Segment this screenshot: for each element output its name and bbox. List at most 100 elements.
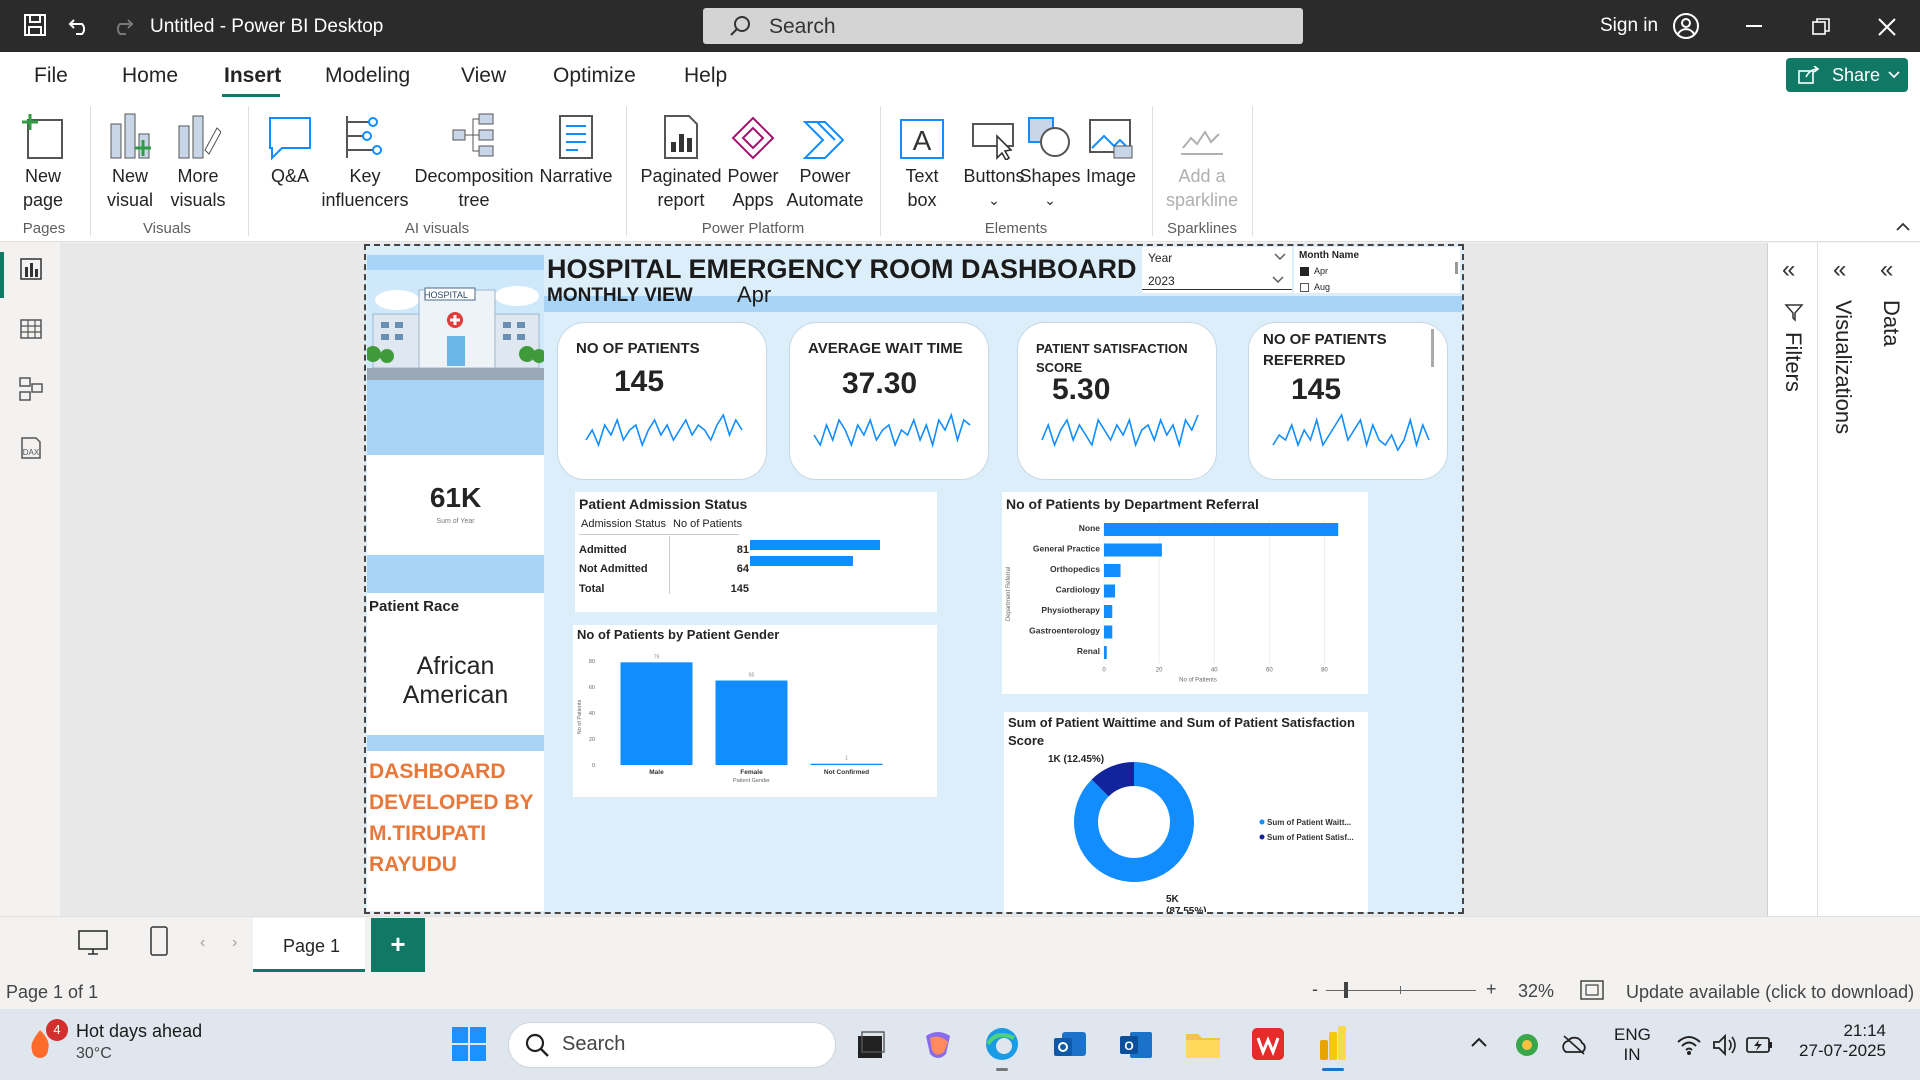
kpi-title-line: NO OF PATIENTS xyxy=(576,340,700,357)
minimize-icon[interactable] xyxy=(1746,25,1762,27)
outlook-new-icon[interactable] xyxy=(1052,1028,1088,1062)
edge-icon[interactable] xyxy=(984,1026,1020,1062)
desktop-layout-icon[interactable] xyxy=(78,930,108,956)
month-option-aug[interactable]: Aug xyxy=(1314,282,1330,292)
menu-modeling[interactable]: Modeling xyxy=(325,64,410,88)
windows-start-icon[interactable] xyxy=(452,1027,486,1061)
credit-line: M.TIRUPATI xyxy=(369,822,487,845)
update-available-link[interactable]: Update available (click to download) xyxy=(1626,982,1914,1003)
qa-button[interactable]: Q&A xyxy=(262,108,318,188)
expand-filters-icon[interactable]: « xyxy=(1782,256,1795,284)
key-influencers-button[interactable]: Key influencers xyxy=(320,108,410,212)
taskbar-search[interactable] xyxy=(508,1022,836,1068)
power-apps-button[interactable]: Power Apps xyxy=(720,108,786,212)
referral-bar-chart: 0 20 40 60 80 None General Practice Orthopedics… xyxy=(1006,520,1339,684)
checkbox-apr[interactable] xyxy=(1300,267,1309,276)
data-label: (87.55%) xyxy=(1166,906,1207,912)
menu-optimize[interactable]: Optimize xyxy=(553,64,636,88)
year-slicer-value[interactable]: 2023 xyxy=(1148,274,1175,288)
text-box-label-2: box xyxy=(907,190,937,210)
chevron-up-icon[interactable] xyxy=(1470,1036,1488,1048)
save-icon[interactable] xyxy=(24,14,46,36)
table-row-label: Not Admitted xyxy=(579,563,648,575)
visualizations-pane-label[interactable]: Visualizations xyxy=(1830,300,1856,434)
chevron-down-icon[interactable] xyxy=(1274,253,1286,261)
battery-icon[interactable] xyxy=(1746,1036,1774,1054)
expand-visualizations-icon[interactable]: « xyxy=(1833,256,1846,284)
undo-icon[interactable] xyxy=(68,14,92,36)
zoom-slider-thumb[interactable] xyxy=(1344,982,1348,998)
weather-title[interactable]: Hot days ahead xyxy=(76,1021,202,1042)
active-app-indicator xyxy=(1322,1068,1344,1071)
month-option-apr[interactable]: Apr xyxy=(1314,266,1328,276)
zoom-out-button[interactable]: - xyxy=(1312,979,1318,1000)
new-page-button[interactable]: New page xyxy=(8,108,78,212)
next-page-icon[interactable]: › xyxy=(232,934,237,952)
prev-page-icon[interactable]: ‹ xyxy=(200,934,205,952)
table-header-patients: No of Patients xyxy=(673,518,743,530)
report-view-icon[interactable] xyxy=(20,258,42,280)
category-label: None xyxy=(1079,523,1101,533)
menu-file[interactable]: File xyxy=(34,64,68,88)
restore-icon[interactable] xyxy=(1812,18,1830,36)
new-visual-button[interactable]: New visual xyxy=(100,108,160,212)
add-sparkline-button[interactable]: Add a sparkline xyxy=(1162,108,1242,212)
menu-insert[interactable]: Insert xyxy=(224,64,281,88)
add-page-button[interactable]: + xyxy=(371,918,425,972)
share-button[interactable]: Share xyxy=(1786,58,1908,92)
chevron-down-icon[interactable] xyxy=(1272,276,1284,284)
filter-icon xyxy=(1784,304,1804,322)
expand-data-icon[interactable]: « xyxy=(1880,256,1893,284)
text-box-button[interactable]: A Text box xyxy=(890,108,954,212)
zoom-in-button[interactable]: + xyxy=(1486,979,1497,1000)
language-indicator[interactable]: ENG IN xyxy=(1614,1025,1651,1065)
collapse-ribbon-icon[interactable] xyxy=(1896,222,1910,232)
menu-view[interactable]: View xyxy=(461,64,506,88)
data-label: 5K xyxy=(1166,894,1180,905)
decomposition-tree-button[interactable]: Decomposition tree xyxy=(410,108,538,212)
dax-query-view-icon[interactable]: DAX xyxy=(16,436,44,462)
more-visuals-label: More xyxy=(177,166,219,186)
zoom-slider-track[interactable] xyxy=(1326,990,1476,991)
data-pane-label[interactable]: Data xyxy=(1878,300,1904,346)
paginated-report-button[interactable]: Paginated report xyxy=(636,108,726,212)
power-bi-icon[interactable] xyxy=(1316,1024,1350,1062)
sign-in-button[interactable]: Sign in xyxy=(1600,15,1658,37)
tray-app-icon[interactable] xyxy=(1514,1032,1540,1058)
fit-to-page-icon[interactable] xyxy=(1580,980,1604,1000)
checkbox-aug[interactable] xyxy=(1300,283,1309,292)
clock-time: 21:14 xyxy=(1843,1021,1886,1040)
copilot-icon[interactable] xyxy=(920,1028,956,1062)
image-button[interactable]: Image xyxy=(1080,108,1142,188)
more-visuals-button[interactable]: More visuals xyxy=(166,108,230,212)
card-scrollbar[interactable] xyxy=(1431,329,1434,367)
task-view-icon[interactable] xyxy=(856,1030,886,1060)
narrative-button[interactable]: Narrative xyxy=(536,108,616,188)
menu-home[interactable]: Home xyxy=(122,64,178,88)
table-view-icon[interactable] xyxy=(20,318,42,340)
slicer-scrollbar[interactable] xyxy=(1455,262,1458,274)
clock[interactable]: 21:14 27-07-2025 xyxy=(1786,1021,1886,1061)
onedrive-icon[interactable] xyxy=(1560,1034,1588,1056)
model-view-icon[interactable] xyxy=(18,376,44,402)
file-explorer-icon[interactable] xyxy=(1184,1028,1222,1060)
filters-pane-label[interactable]: Filters xyxy=(1780,332,1806,392)
volume-icon[interactable] xyxy=(1712,1034,1738,1056)
menu-help[interactable]: Help xyxy=(684,64,727,88)
active-view-indicator xyxy=(0,252,4,298)
legend-label: Sum of Patient Waitt... xyxy=(1267,818,1351,827)
svg-text:DAX: DAX xyxy=(23,448,40,457)
outlook-icon[interactable]: O xyxy=(1118,1028,1154,1062)
office-app-icon[interactable] xyxy=(1250,1026,1286,1062)
mobile-layout-icon[interactable] xyxy=(150,926,168,956)
wifi-icon[interactable] xyxy=(1676,1034,1702,1056)
shapes-button[interactable]: Shapes ⌄ xyxy=(1018,108,1082,212)
svg-text:O: O xyxy=(1124,1039,1133,1053)
sum-of-year-value: 61K xyxy=(429,482,482,513)
search-placeholder: Search xyxy=(769,15,836,38)
close-icon[interactable] xyxy=(1878,18,1896,36)
search-box[interactable]: Search xyxy=(703,8,1303,44)
power-automate-button[interactable]: Power Automate xyxy=(786,108,864,212)
redo-icon[interactable] xyxy=(110,14,134,36)
account-icon[interactable] xyxy=(1672,12,1700,40)
